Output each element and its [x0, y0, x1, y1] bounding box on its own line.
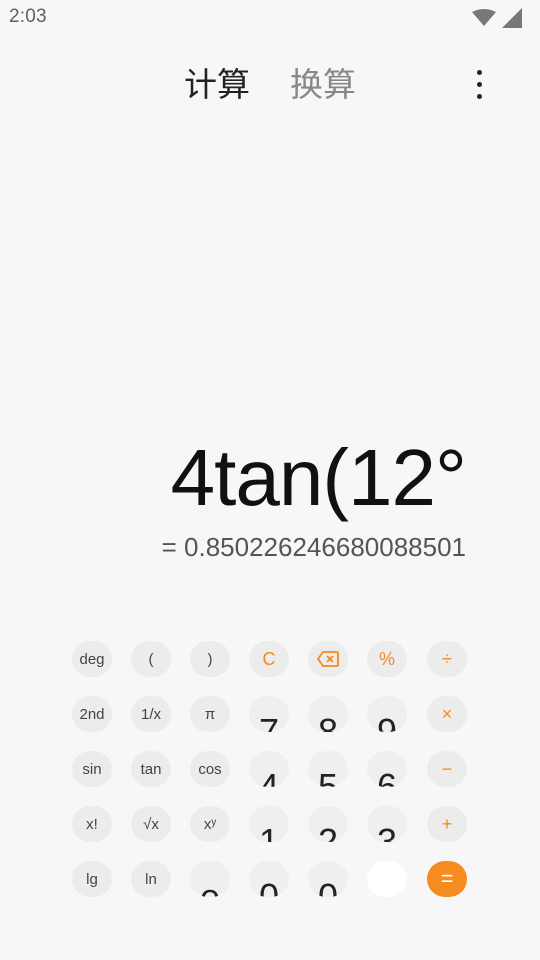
status-bar: 2:03	[0, 0, 540, 36]
open-paren-button[interactable]: (	[131, 641, 171, 677]
digit-1-button[interactable]: 1	[249, 806, 289, 842]
digit-2-button[interactable]: 2	[308, 806, 348, 842]
wifi-icon	[472, 9, 496, 27]
result-display: = 0.850226246680088501	[161, 532, 466, 562]
tan-button[interactable]: tan	[131, 751, 171, 787]
digit-4-button[interactable]: 4	[249, 751, 289, 787]
digit-9-button[interactable]: 9	[367, 696, 407, 732]
ln-button[interactable]: ln	[131, 861, 171, 897]
digit-00-button[interactable]: 0	[249, 861, 289, 897]
digit-0-button[interactable]: 0	[308, 861, 348, 897]
close-paren-button[interactable]: )	[190, 641, 230, 677]
power-button[interactable]: xʸ	[190, 806, 230, 842]
second-function-button[interactable]: 2nd	[72, 696, 112, 732]
lg-button[interactable]: lg	[72, 861, 112, 897]
digit-7-button[interactable]: 7	[249, 696, 289, 732]
decimal-button[interactable]	[367, 861, 407, 897]
add-button[interactable]: +	[427, 806, 467, 842]
equals-button[interactable]: =	[427, 861, 467, 897]
status-time: 2:03	[9, 6, 47, 27]
e-button[interactable]: e	[190, 861, 230, 897]
backspace-button[interactable]	[308, 641, 348, 677]
square-root-button[interactable]: √x	[131, 806, 171, 842]
digit-8-button[interactable]: 8	[308, 696, 348, 732]
reciprocal-button[interactable]: 1/x	[131, 696, 171, 732]
digit-3-button[interactable]: 3	[367, 806, 407, 842]
percent-button[interactable]: %	[367, 641, 407, 677]
mode-tabs: 计算 换算	[0, 60, 540, 110]
deg-button[interactable]: deg	[72, 641, 112, 677]
backspace-icon	[317, 651, 339, 667]
signal-icon	[502, 8, 522, 28]
factorial-button[interactable]: x!	[72, 806, 112, 842]
pi-button[interactable]: π	[190, 696, 230, 732]
status-icons	[472, 8, 522, 28]
tab-convert[interactable]: 换算	[290, 64, 356, 106]
tab-calculate[interactable]: 计算	[184, 64, 250, 106]
multiply-button[interactable]: ×	[427, 696, 467, 732]
subtract-button[interactable]: −	[427, 751, 467, 787]
clear-button[interactable]: C	[249, 641, 289, 677]
digit-5-button[interactable]: 5	[308, 751, 348, 787]
digit-6-button[interactable]: 6	[367, 751, 407, 787]
expression-display: 4tan(12°	[170, 433, 467, 522]
sin-button[interactable]: sin	[72, 751, 112, 787]
more-options-icon[interactable]	[468, 66, 490, 102]
divide-button[interactable]: ÷	[427, 641, 467, 677]
cos-button[interactable]: cos	[190, 751, 230, 787]
keypad: deg ( ) C % ÷ 2nd 1/x π 7 8 9 × sin tan …	[72, 641, 468, 899]
